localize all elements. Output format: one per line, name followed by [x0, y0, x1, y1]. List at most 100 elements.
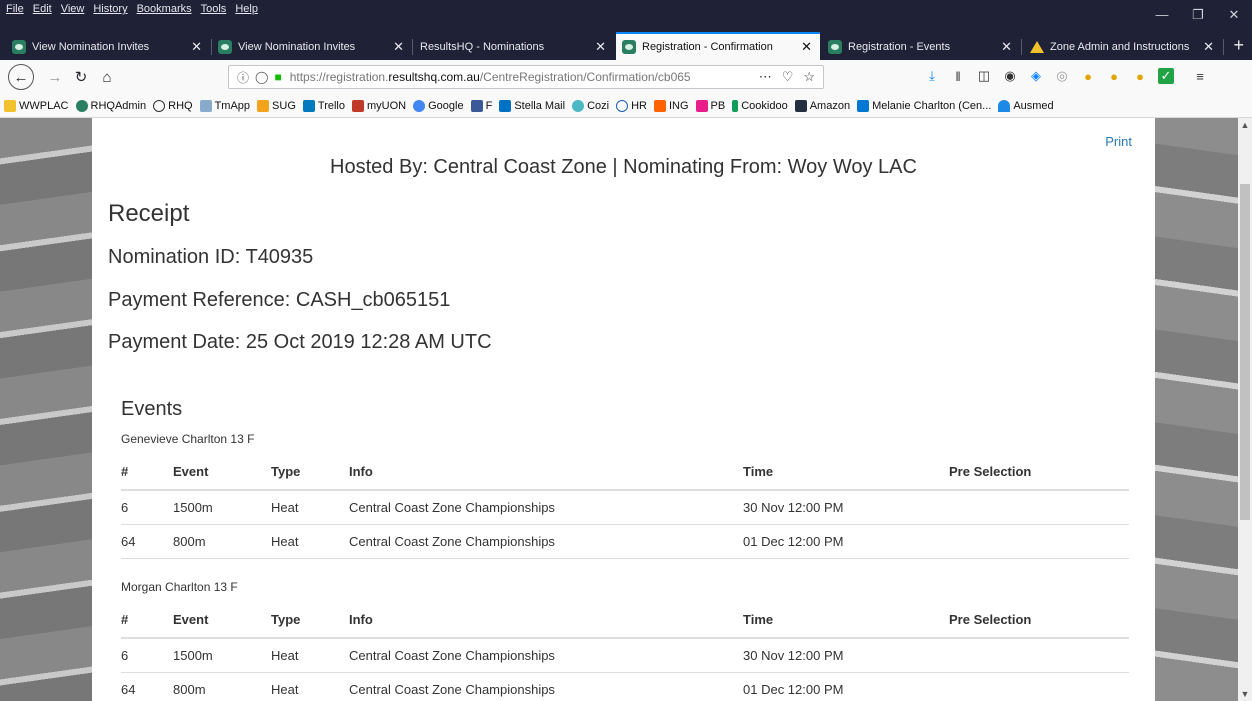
extension-yellow-3-icon[interactable]: ● — [1132, 68, 1148, 84]
menu-tools[interactable]: Tools — [201, 3, 227, 15]
site-info[interactable]: ⓘ ◯ ■ — [237, 69, 282, 86]
bookmark-pb[interactable]: PB — [695, 99, 725, 112]
info-icon[interactable]: ⓘ — [237, 69, 249, 86]
menu-help[interactable]: Help — [235, 3, 258, 15]
tab-registration-events[interactable]: Registration - Events ✕ — [822, 34, 1020, 60]
back-icon[interactable]: ← — [8, 64, 34, 90]
cell-event: 1500m — [173, 490, 271, 525]
tab-zone-admin-instructions[interactable]: Zone Admin and Instructions ✕ — [1024, 34, 1222, 60]
bookmark-google[interactable]: Google — [413, 99, 464, 112]
tab-close-icon[interactable]: ✕ — [393, 39, 404, 55]
menu-history[interactable]: History — [93, 3, 127, 15]
bookmark-melanie-charlton[interactable]: Melanie Charlton (Cen... — [857, 99, 992, 112]
menu-view[interactable]: View — [61, 3, 85, 15]
reload-icon[interactable]: ↻ — [70, 66, 92, 88]
bookmark-ing[interactable]: ING — [653, 99, 689, 112]
tab-bar: View Nomination Invites ✕ View Nominatio… — [0, 29, 1252, 60]
bookmark-trello[interactable]: Trello — [302, 99, 345, 112]
extension-shield-icon[interactable]: ◈ — [1028, 68, 1044, 84]
scroll-up-icon[interactable]: ▲ — [1238, 118, 1252, 132]
bookmark-f[interactable]: F — [470, 99, 492, 112]
tab-resultshq-nominations[interactable]: ResultsHQ - Nominations ✕ — [414, 34, 614, 60]
tab-label: View Nomination Invites — [238, 41, 356, 53]
close-icon[interactable]: ✕ — [1216, 0, 1252, 29]
extension-yellow-1-icon[interactable]: ● — [1080, 68, 1096, 84]
bookmark-label: Stella Mail — [514, 99, 566, 112]
address-bar[interactable]: ⓘ ◯ ■ https://registration.resultshq.com… — [228, 65, 824, 89]
table-header-row: # Event Type Info Time Pre Selection — [121, 602, 1129, 639]
tab-close-icon[interactable]: ✕ — [595, 39, 606, 55]
url-prefix: https://registration. — [289, 70, 389, 84]
cell-time: 30 Nov 12:00 PM — [743, 490, 949, 525]
bookmark-cookidoo[interactable]: Cookidoo — [732, 99, 788, 112]
tracking-shield-icon[interactable]: ◯ — [255, 70, 268, 84]
window-controls: — ❐ ✕ — [1144, 0, 1252, 29]
bookmark-cozi[interactable]: Cozi — [572, 99, 610, 112]
google-drive-icon — [1030, 40, 1044, 54]
tab-close-icon[interactable]: ✕ — [191, 39, 202, 55]
background-track-left — [0, 118, 92, 701]
nomination-id: Nomination ID: T40935 — [108, 246, 314, 268]
resultshq-favicon-icon — [828, 40, 842, 54]
extension-circle-icon[interactable]: ◎ — [1054, 68, 1070, 84]
tab-close-icon[interactable]: ✕ — [1001, 39, 1012, 55]
new-tab-icon[interactable]: + — [1233, 35, 1244, 56]
cell-number: 6 — [121, 638, 173, 673]
bookmark-ausmed[interactable]: Ausmed — [998, 99, 1054, 112]
events-table: # Event Type Info Time Pre Selection 6 1… — [121, 602, 1129, 701]
url-domain: resultshq.com.au — [388, 70, 480, 84]
cell-time: 30 Nov 12:00 PM — [743, 638, 949, 673]
col-event: Event — [173, 454, 271, 491]
resultshq-favicon-icon — [12, 40, 26, 54]
bookmark-label: Melanie Charlton (Cen... — [872, 99, 992, 112]
bookmark-stella-mail[interactable]: Stella Mail — [499, 99, 566, 112]
lock-icon[interactable]: ■ — [274, 70, 281, 84]
url-text[interactable]: https://registration.resultshq.com.au/Ce… — [290, 70, 752, 84]
bookmark-wwplac[interactable]: WWPLAC — [4, 99, 69, 112]
minimize-icon[interactable]: — — [1144, 0, 1180, 29]
extension-yellow-2-icon[interactable]: ● — [1106, 68, 1122, 84]
tab-view-nomination-invites-1[interactable]: View Nomination Invites ✕ — [6, 34, 210, 60]
account-icon[interactable]: ◉ — [1002, 68, 1018, 84]
menu-edit[interactable]: Edit — [33, 3, 52, 15]
checkmark-extension-icon[interactable]: ✓ — [1158, 68, 1174, 84]
bookmark-label: Ausmed — [1013, 99, 1054, 112]
bookmark-rhq[interactable]: RHQ — [153, 99, 193, 112]
background-track-right — [1155, 118, 1238, 701]
bookmark-label: myUON — [367, 99, 407, 112]
scrollbar-thumb[interactable] — [1240, 184, 1250, 520]
sidebar-icon[interactable]: ◫ — [976, 68, 992, 84]
home-icon[interactable]: ⌂ — [96, 66, 118, 88]
tab-registration-confirmation[interactable]: Registration - Confirmation ✕ — [616, 32, 820, 60]
downloads-icon[interactable]: ⤓ — [924, 68, 940, 84]
page-actions-icon[interactable]: ⋯ — [759, 69, 772, 85]
forward-icon[interactable]: → — [44, 66, 66, 88]
cell-info: Central Coast Zone Championships — [349, 638, 743, 673]
cell-event: 800m — [173, 672, 271, 701]
bookmark-label: Cozi — [587, 99, 610, 112]
bookmark-sug[interactable]: SUG — [257, 99, 296, 112]
cell-type: Heat — [271, 638, 349, 673]
bookmark-amazon[interactable]: Amazon — [794, 99, 850, 112]
scroll-down-icon[interactable]: ▼ — [1238, 687, 1252, 701]
library-icon[interactable]: ‖ — [950, 68, 966, 84]
tab-close-icon[interactable]: ✕ — [801, 39, 812, 55]
bookmark-rhqadmin[interactable]: RHQAdmin — [75, 99, 146, 112]
menu-hamburger-icon[interactable]: ≡ — [1192, 68, 1208, 84]
restore-icon[interactable]: ❐ — [1180, 0, 1216, 29]
tab-view-nomination-invites-2[interactable]: View Nomination Invites ✕ — [212, 34, 412, 60]
page-viewport: Print Hosted By: Central Coast Zone | No… — [0, 118, 1238, 701]
bookmark-myuon[interactable]: myUON — [352, 99, 407, 112]
bookmark-hr[interactable]: HR — [616, 99, 647, 112]
payment-date: Payment Date: 25 Oct 2019 12:28 AM UTC — [108, 331, 492, 353]
tab-close-icon[interactable]: ✕ — [1203, 39, 1214, 55]
print-link[interactable]: Print — [1105, 134, 1132, 149]
cell-info: Central Coast Zone Championships — [349, 490, 743, 525]
pocket-icon[interactable]: ♡ — [782, 69, 794, 85]
menu-bookmarks[interactable]: Bookmarks — [137, 3, 192, 15]
col-pre-selection: Pre Selection — [949, 454, 1129, 491]
bookmark-star-icon[interactable]: ☆ — [803, 69, 815, 85]
menu-file[interactable]: File — [6, 3, 24, 15]
vertical-scrollbar[interactable]: ▲ ▼ — [1238, 118, 1252, 701]
bookmark-tmapp[interactable]: TmApp — [199, 99, 250, 112]
